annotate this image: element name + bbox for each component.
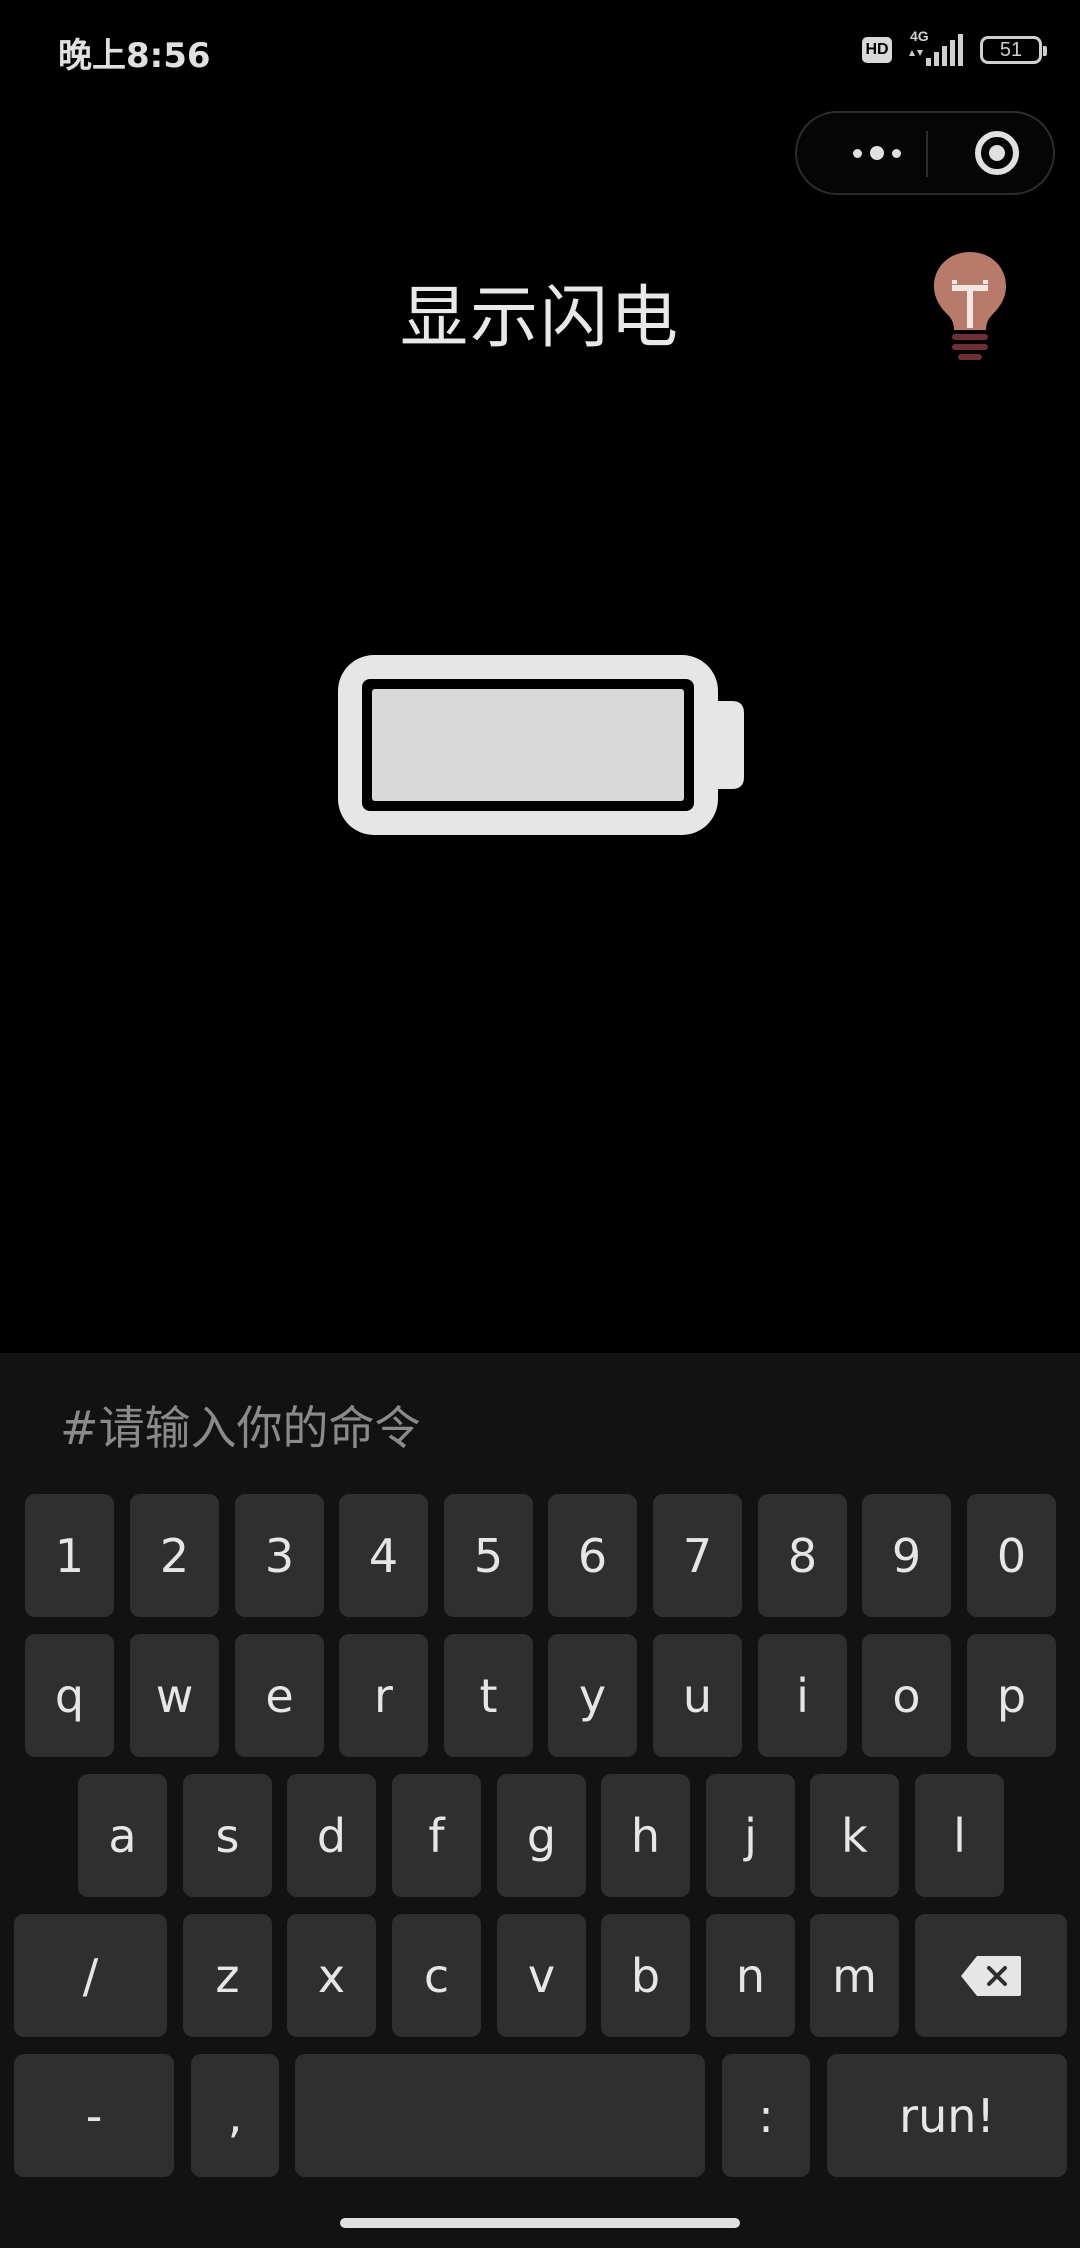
status-time: 晚上8:56 bbox=[58, 36, 211, 76]
key-g[interactable]: g bbox=[497, 1774, 586, 1897]
key-comma[interactable]: , bbox=[191, 2054, 279, 2177]
key-n[interactable]: n bbox=[706, 1914, 795, 2037]
key-y[interactable]: y bbox=[548, 1634, 637, 1757]
key-t[interactable]: t bbox=[444, 1634, 533, 1757]
key-x[interactable]: x bbox=[287, 1914, 376, 2037]
key-v[interactable]: v bbox=[497, 1914, 586, 2037]
key-l[interactable]: l bbox=[915, 1774, 1004, 1897]
backspace-icon bbox=[961, 1955, 1021, 1996]
key-o[interactable]: o bbox=[862, 1634, 951, 1757]
key-k[interactable]: k bbox=[810, 1774, 899, 1897]
key-6[interactable]: 6 bbox=[548, 1494, 637, 1617]
key-i[interactable]: i bbox=[758, 1634, 847, 1757]
key-j[interactable]: j bbox=[706, 1774, 795, 1897]
key-1[interactable]: 1 bbox=[25, 1494, 114, 1617]
key-d[interactable]: d bbox=[287, 1774, 376, 1897]
status-icons: HD 4G 51 bbox=[862, 28, 1047, 70]
key-p[interactable]: p bbox=[967, 1634, 1056, 1757]
key-colon[interactable]: : bbox=[722, 2054, 810, 2177]
key-3[interactable]: 3 bbox=[235, 1494, 324, 1617]
space-key[interactable] bbox=[295, 2054, 705, 2177]
key-7[interactable]: 7 bbox=[653, 1494, 742, 1617]
key-2[interactable]: 2 bbox=[130, 1494, 219, 1617]
capsule-divider bbox=[926, 131, 928, 177]
key-8[interactable]: 8 bbox=[758, 1494, 847, 1617]
target-close-icon[interactable] bbox=[947, 113, 1047, 193]
key-w[interactable]: w bbox=[130, 1634, 219, 1757]
key-c[interactable]: c bbox=[392, 1914, 481, 2037]
backspace-key[interactable] bbox=[915, 1914, 1067, 2037]
key-u[interactable]: u bbox=[653, 1634, 742, 1757]
key-r[interactable]: r bbox=[339, 1634, 428, 1757]
key-a[interactable]: a bbox=[78, 1774, 167, 1897]
signal-icon: 4G bbox=[906, 28, 966, 70]
more-dots-icon[interactable] bbox=[827, 113, 927, 193]
hd-badge: HD bbox=[862, 37, 892, 63]
battery-level: 51 bbox=[999, 38, 1023, 61]
home-indicator[interactable] bbox=[340, 2218, 740, 2228]
battery-icon bbox=[338, 655, 744, 835]
page-title: 显示闪电 bbox=[399, 279, 680, 358]
key-b[interactable]: b bbox=[601, 1914, 690, 2037]
key-m[interactable]: m bbox=[810, 1914, 899, 2037]
lightbulb-icon[interactable] bbox=[930, 248, 1010, 363]
key-4[interactable]: 4 bbox=[339, 1494, 428, 1617]
run-button[interactable]: run! bbox=[827, 2054, 1067, 2177]
command-input[interactable] bbox=[60, 1393, 1020, 1463]
key-h[interactable]: h bbox=[601, 1774, 690, 1897]
key-9[interactable]: 9 bbox=[862, 1494, 951, 1617]
key-f[interactable]: f bbox=[392, 1774, 481, 1897]
key-z[interactable]: z bbox=[183, 1914, 272, 2037]
key-dash[interactable]: - bbox=[14, 2054, 174, 2177]
battery-status-icon: 51 bbox=[980, 36, 1047, 64]
status-bar: 晚上8:56 HD 4G 51 bbox=[0, 0, 1080, 100]
key-e[interactable]: e bbox=[235, 1634, 324, 1757]
key-q[interactable]: q bbox=[25, 1634, 114, 1757]
key-5[interactable]: 5 bbox=[444, 1494, 533, 1617]
key-0[interactable]: 0 bbox=[967, 1494, 1056, 1617]
key-slash[interactable]: / bbox=[14, 1914, 167, 2037]
app-screen: 晚上8:56 HD 4G 51 显示闪电 #请输入你的命令 1 2 3 4 5 … bbox=[0, 0, 1080, 2248]
keyboard-panel: 1 2 3 4 5 6 7 8 9 0 q w e r t y u i o p … bbox=[0, 1353, 1080, 2248]
key-s[interactable]: s bbox=[183, 1774, 272, 1897]
network-type: 4G bbox=[910, 28, 929, 44]
capsule-menu bbox=[795, 111, 1055, 195]
